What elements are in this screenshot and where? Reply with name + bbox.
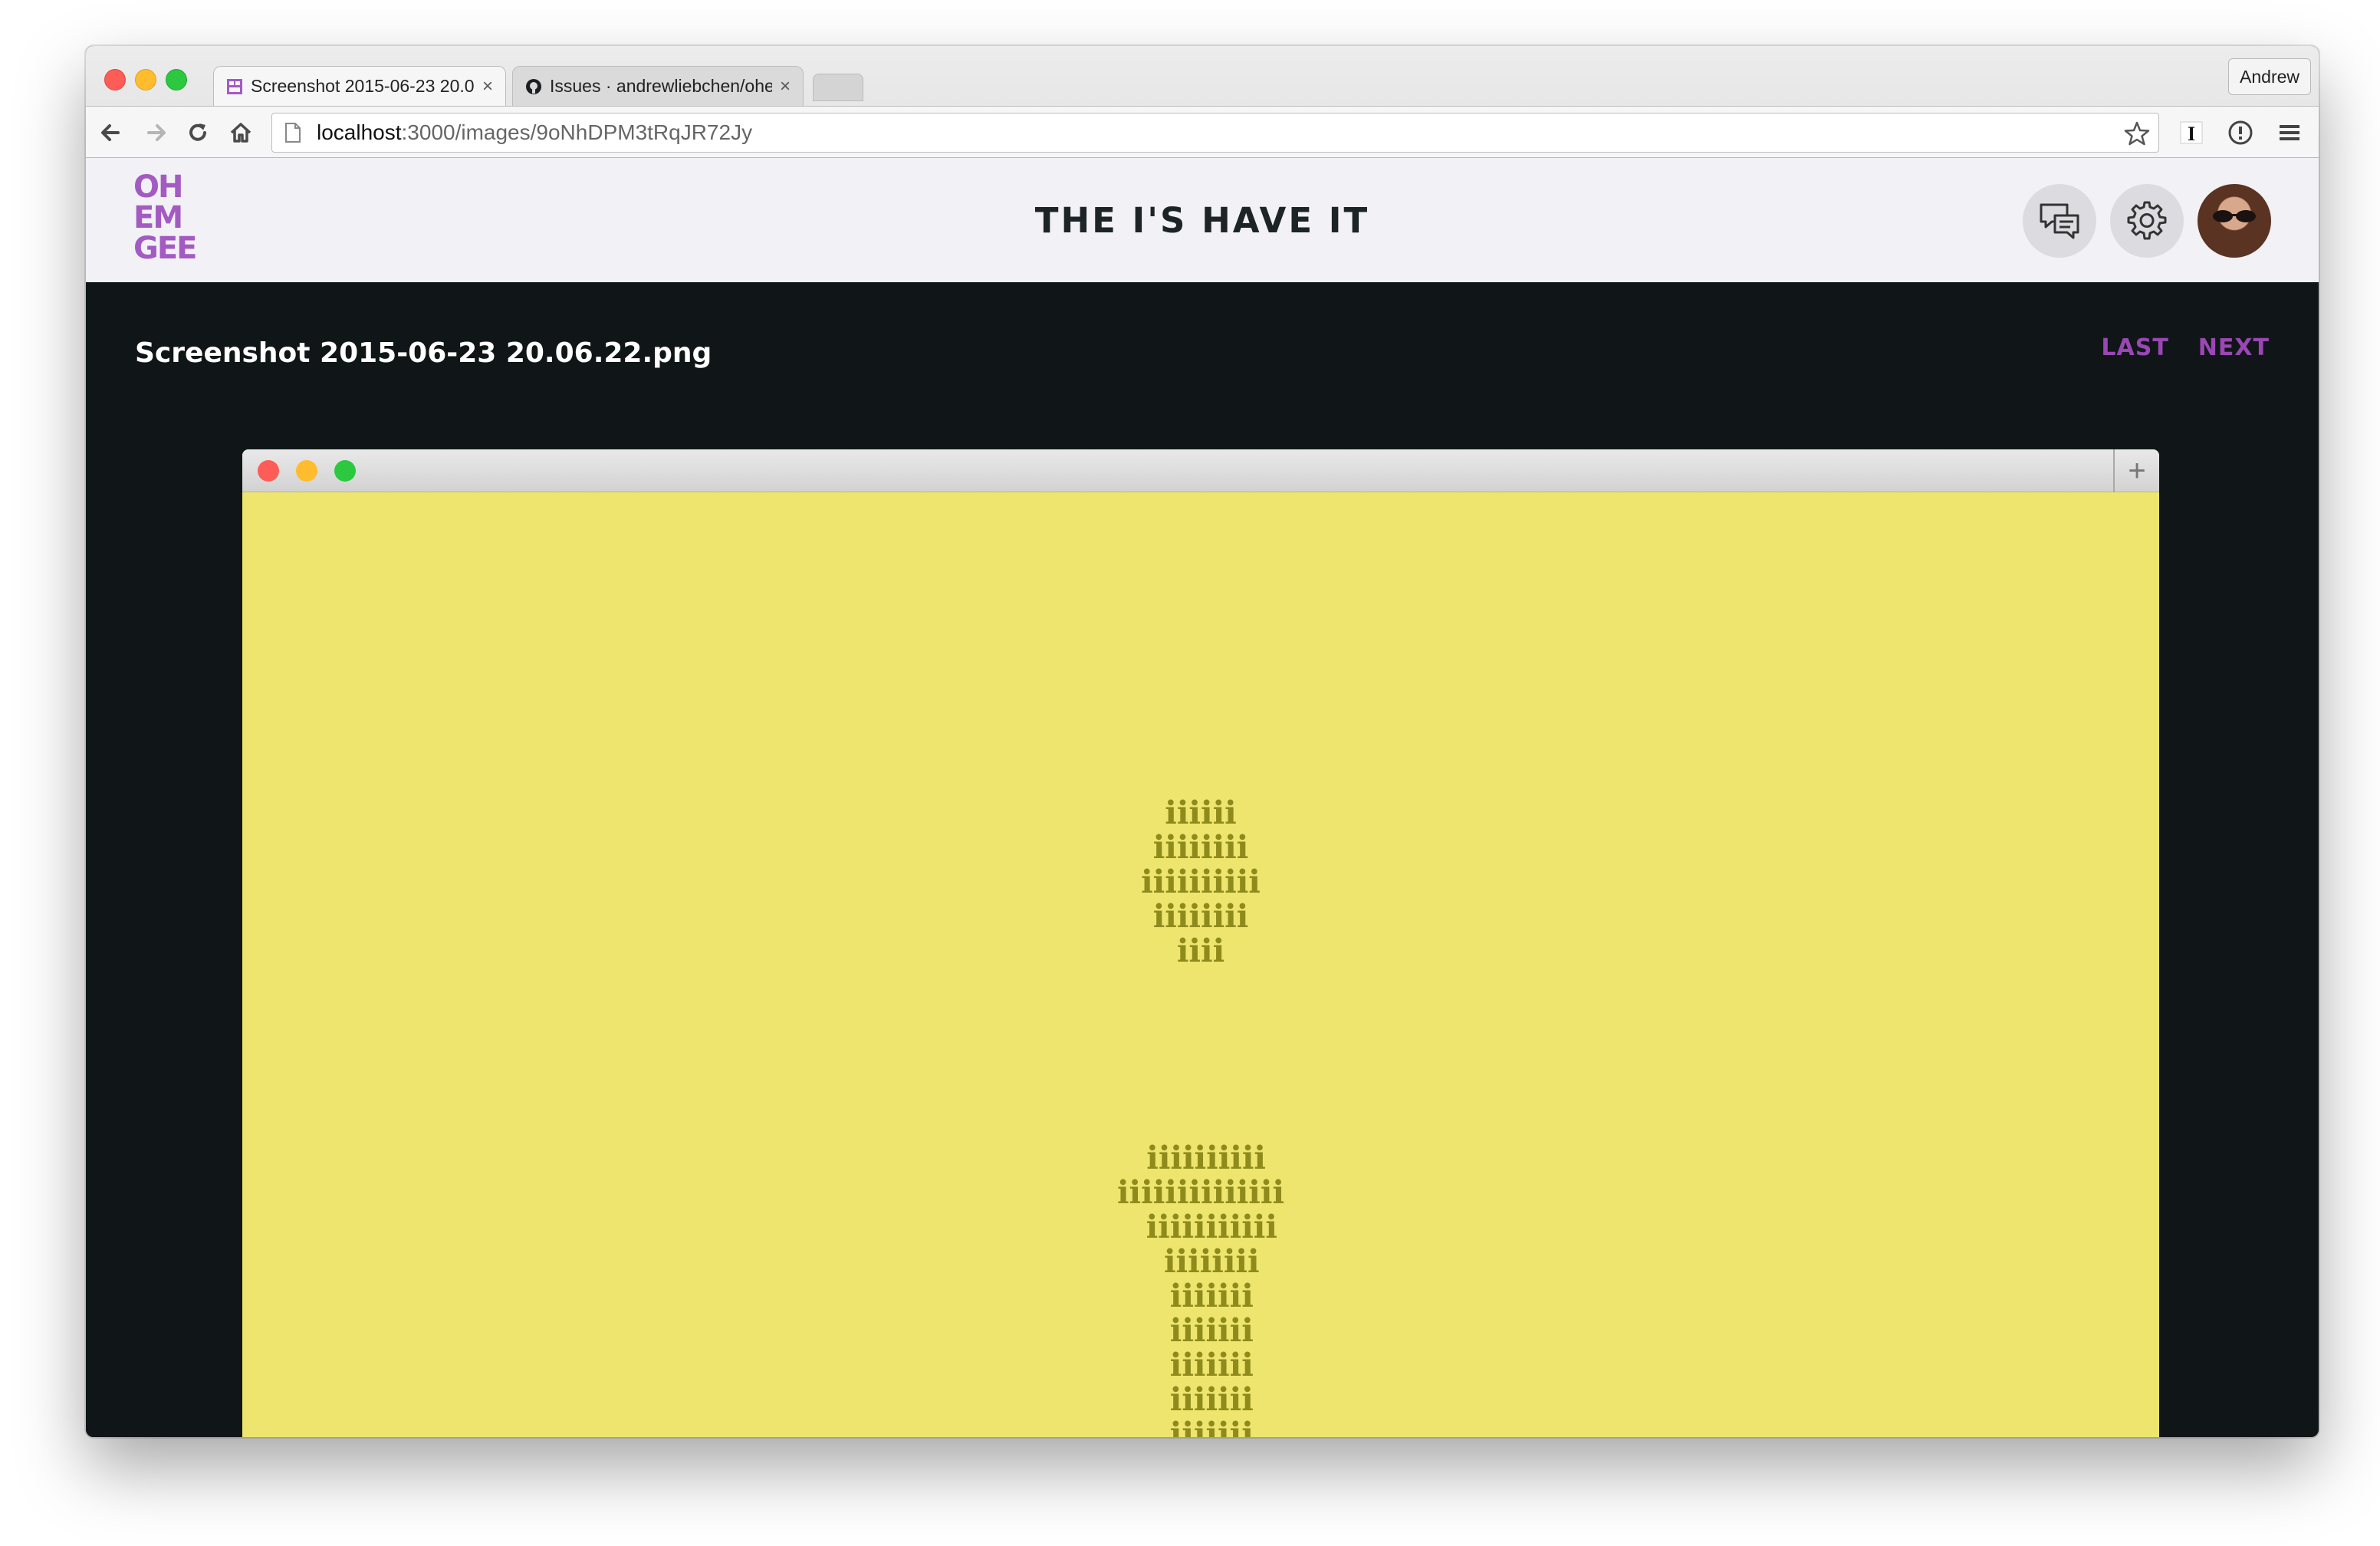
back-icon[interactable]: [97, 119, 124, 146]
forward-icon[interactable]: [143, 119, 170, 146]
url-path: :3000/images/9oNhDPM3tRqJR72Jy: [401, 120, 753, 144]
art-line: iiiiiiiiiii: [1124, 1209, 1277, 1245]
art-line: iiiiiiii: [1152, 829, 1249, 866]
gear-icon: [2127, 201, 2167, 240]
info-extension-icon[interactable]: [2227, 119, 2254, 146]
page-title: THE I'S HAVE IT: [1034, 199, 1370, 241]
screenshot-close-dot: [258, 460, 279, 482]
github-icon: [526, 78, 541, 94]
close-tab-icon[interactable]: ×: [482, 76, 493, 97]
browser-toolbar: localhost:3000/images/9oNhDPM3tRqJR72Jy …: [86, 106, 2319, 158]
art-line: iiiiiiii: [1142, 1243, 1260, 1280]
screenshot-minimize-dot: [296, 460, 317, 482]
avatar-photo: [2213, 210, 2256, 222]
art-line: iiiiiiiiiiiiii: [1116, 1174, 1285, 1211]
art-line: iiiiiii: [1148, 1312, 1254, 1349]
home-icon[interactable]: [227, 119, 255, 146]
screenshot-image: + iiiiii iiiiiiii iiiiiiiiii iiiiiiii iiii i…: [242, 449, 2159, 1437]
tab-title: Issues · andrewliebchen/ohemgee: [550, 76, 772, 96]
comments-button[interactable]: [2023, 184, 2096, 258]
minimize-window-button[interactable]: [135, 69, 156, 90]
art-line: iiiiiiiiii: [1141, 863, 1261, 900]
last-link[interactable]: LAST: [2101, 334, 2168, 361]
profile-button[interactable]: Andrew: [2228, 58, 2311, 95]
instapaper-extension-icon[interactable]: I: [2178, 119, 2205, 146]
image-filename: Screenshot 2015-06-23 20.06.22.png: [135, 337, 712, 369]
art-line: iiiiiii: [1148, 1416, 1254, 1438]
art-line: iiiiiiii: [1152, 898, 1249, 935]
reload-icon[interactable]: [184, 119, 212, 146]
bookmark-star-icon[interactable]: [2123, 120, 2151, 147]
art-line: iiiiiii: [1148, 1278, 1254, 1314]
screenshot-titlebar: +: [242, 449, 2159, 492]
app-header: OH EM GEE THE I'S HAVE IT: [86, 158, 2319, 282]
address-bar[interactable]: localhost:3000/images/9oNhDPM3tRqJR72Jy: [271, 113, 2159, 153]
tab-github-issues[interactable]: Issues · andrewliebchen/ohemgee ×: [512, 66, 804, 106]
tab-title: Screenshot 2015-06-23 20.06.22.png: [251, 76, 475, 96]
menu-icon[interactable]: [2276, 119, 2303, 146]
close-window-button[interactable]: [104, 69, 126, 90]
close-tab-icon[interactable]: ×: [780, 76, 791, 97]
page-icon: [285, 123, 301, 143]
browser-window: Screenshot 2015-06-23 20.06.22.png × Iss…: [86, 46, 2319, 1437]
new-tab-button[interactable]: [813, 74, 863, 101]
comments-icon: [2040, 203, 2079, 239]
settings-button[interactable]: [2110, 184, 2184, 258]
avatar[interactable]: [2198, 184, 2271, 258]
art-line: iiiiii: [1165, 794, 1237, 831]
svg-text:I: I: [2188, 123, 2195, 145]
image-viewer: Screenshot 2015-06-23 20.06.22.png LAST …: [86, 282, 2319, 1437]
image-pager: LAST NEXT: [2101, 334, 2270, 361]
url-host: localhost: [317, 120, 402, 144]
screenshot-terminal: iiiiii iiiiiiii iiiiiiiiii iiiiiiii iiii iii…: [242, 492, 2159, 1438]
next-link[interactable]: NEXT: [2198, 334, 2270, 361]
screenshot-zoom-dot: [334, 460, 356, 482]
plus-icon: +: [2113, 449, 2159, 492]
art-line: iiiiiii: [1148, 1347, 1254, 1383]
tab-screenshot[interactable]: Screenshot 2015-06-23 20.06.22.png ×: [213, 66, 506, 106]
zoom-window-button[interactable]: [166, 69, 187, 90]
art-line: iiii: [1176, 933, 1225, 969]
art-line: iiiiiiiiii: [1135, 1140, 1267, 1176]
art-line: iiiiiii: [1148, 1381, 1254, 1418]
ohemgee-favicon-icon: [227, 78, 242, 94]
